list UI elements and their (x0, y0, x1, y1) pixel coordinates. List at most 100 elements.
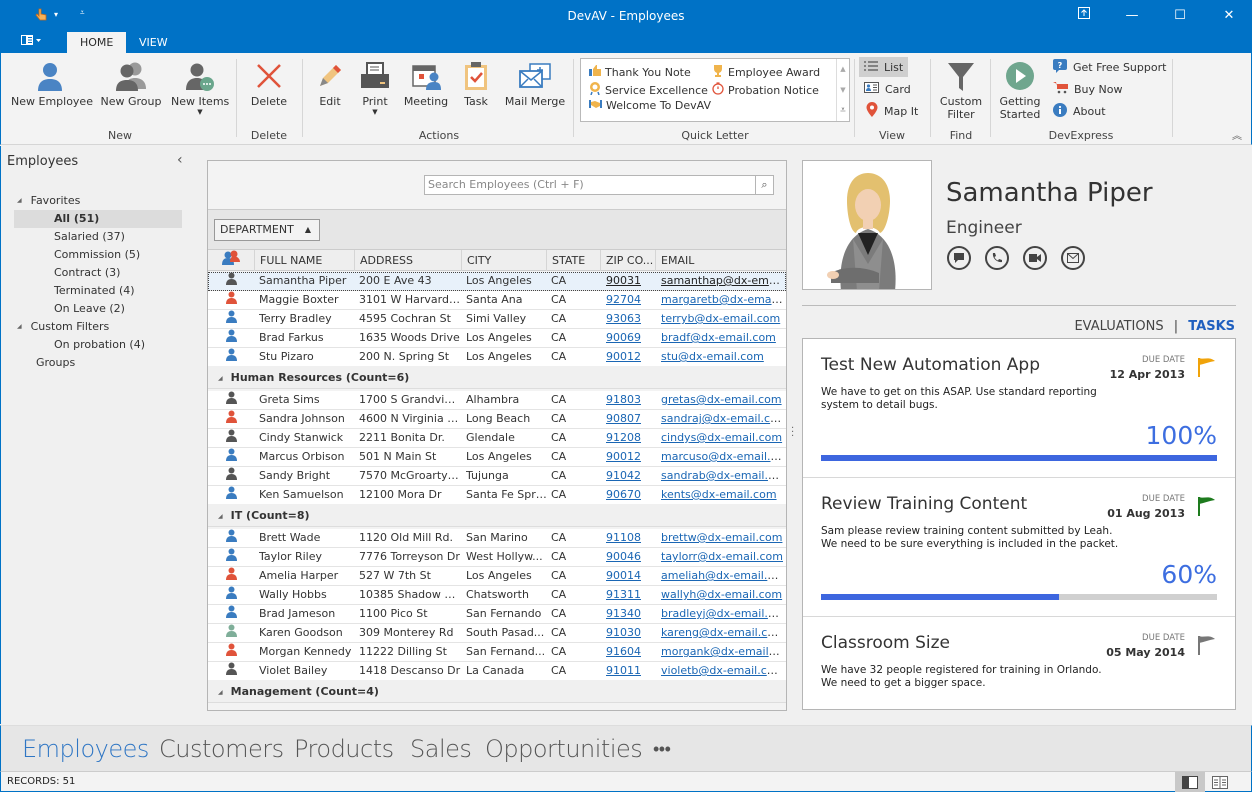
delete-button[interactable]: Delete (243, 57, 295, 108)
nav-tree-item[interactable]: Groups (17, 354, 182, 372)
column-header-full-name[interactable]: FULL NAME (255, 250, 355, 271)
collapse-ribbon-icon[interactable]: ︽ (1232, 127, 1242, 142)
about-button[interactable]: About (1048, 101, 1111, 121)
cell-email[interactable]: kareng@dx-email.com (661, 624, 783, 642)
cell-zip[interactable]: 90014 (606, 567, 656, 585)
buy-now-button[interactable]: Buy Now (1048, 79, 1127, 99)
task-card[interactable]: Classroom Size DUE DATE 05 May 2014 We have… (803, 617, 1235, 710)
table-row[interactable]: Brad Jameson 1100 Pico St San Fernando CA 91… (208, 605, 786, 624)
chat-button[interactable] (947, 246, 971, 270)
splitter-handle[interactable]: · · · (791, 424, 795, 442)
new-group-button[interactable]: New Group (99, 57, 163, 108)
table-row[interactable]: Terry Bradley 4595 Cochran St Simi Valley C… (208, 310, 786, 329)
cell-email[interactable]: kents@dx-email.com (661, 486, 783, 504)
tab-home[interactable]: HOME (67, 32, 127, 53)
flag-icon[interactable] (1197, 357, 1217, 380)
new-employee-button[interactable]: New Employee (11, 57, 93, 108)
nav-tree-item[interactable]: Terminated (4) (14, 282, 182, 300)
collapse-group-icon[interactable]: ◢ (218, 375, 223, 382)
table-row[interactable]: Wally Hobbs 10385 Shadow O... Chatsworth CA… (208, 586, 786, 605)
gallery-item-welcome-to-devav[interactable]: Welcome To DevAV (589, 99, 711, 112)
cell-email[interactable]: gretas@dx-email.com (661, 391, 783, 409)
cell-zip[interactable]: 91108 (606, 529, 656, 547)
cell-email[interactable]: marcuso@dx-email.com (661, 448, 783, 466)
nav-tree-item[interactable]: ◢ Favorites (17, 192, 182, 210)
search-input[interactable]: Search Employees (Ctrl + F) ⌕ (424, 175, 774, 195)
video-call-button[interactable] (1023, 246, 1047, 270)
column-header-city[interactable]: CITY (462, 250, 547, 271)
column-header-address[interactable]: ADDRESS (355, 250, 462, 271)
nav-tree-item[interactable]: All (51) (14, 210, 182, 228)
cell-email[interactable]: sandraj@dx-email.com (661, 410, 783, 428)
print-button[interactable]: Print ▼ (357, 57, 393, 116)
ribbon-display-options-icon[interactable] (1069, 4, 1099, 28)
group-by-department-chip[interactable]: DEPARTMENT ▲ (214, 219, 320, 241)
cell-zip[interactable]: 92704 (606, 291, 656, 309)
cell-zip[interactable]: 91208 (606, 429, 656, 447)
cell-email[interactable]: violetb@dx-email.com (661, 662, 783, 680)
call-button[interactable] (985, 246, 1009, 270)
tab-evaluations[interactable]: EVALUATIONS (1074, 319, 1163, 334)
column-header-icon[interactable] (208, 250, 255, 271)
email-button[interactable] (1061, 246, 1085, 270)
cell-zip[interactable]: 90046 (606, 548, 656, 566)
table-row[interactable]: Stu Pizaro 200 N. Spring St Los Angeles CA 9… (208, 348, 786, 367)
table-row[interactable]: Brad Farkus 1635 Woods Drive Los Angeles CA… (208, 329, 786, 348)
nav-tree-item[interactable]: Contract (3) (14, 264, 182, 282)
cell-zip[interactable]: 91011 (606, 662, 656, 680)
view-list-button[interactable]: List (859, 57, 909, 77)
search-icon[interactable]: ⌕ (755, 176, 773, 194)
cell-zip[interactable]: 91311 (606, 586, 656, 604)
cell-zip[interactable]: 91340 (606, 605, 656, 623)
app-menu-button[interactable] (14, 32, 48, 53)
module-tab-products[interactable]: Products (294, 735, 394, 763)
table-row[interactable]: Cindy Stanwick 2211 Bonita Dr. Glendale CA 9… (208, 429, 786, 448)
nav-tree-item[interactable]: ◢ Custom Filters (17, 318, 182, 336)
nav-tree-item[interactable]: On Leave (2) (14, 300, 182, 318)
cell-zip[interactable]: 93063 (606, 310, 656, 328)
table-row[interactable]: Sandy Bright 7570 McGroarty Ter Tujunga CA 9… (208, 467, 786, 486)
table-row[interactable]: Violet Bailey 1418 Descanso Dr La Canada CA… (208, 662, 786, 681)
cell-email[interactable]: taylorr@dx-email.com (661, 548, 783, 566)
module-tab-customers[interactable]: Customers (159, 735, 284, 763)
table-row[interactable]: Marcus Orbison 501 N Main St Los Angeles CA… (208, 448, 786, 467)
custom-filter-button[interactable]: Custom Filter (935, 57, 987, 121)
table-row[interactable]: Karen Goodson 309 Monterey Rd South Pasad.… (208, 624, 786, 643)
gallery-item-thank-you-note[interactable]: Thank You Note (589, 65, 691, 79)
task-card[interactable]: Review Training Content DUE DATE 01 Aug 20… (803, 478, 1235, 617)
gallery-scrollbar[interactable]: ▲ ▼ ⩡ (836, 59, 849, 121)
cell-zip[interactable]: 91030 (606, 624, 656, 642)
cell-email[interactable]: wallyh@dx-email.com (661, 586, 783, 604)
table-row[interactable]: Greta Sims 1700 S Grandview... Alhambra CA 9… (208, 391, 786, 410)
getting-started-button[interactable]: Getting Started (996, 57, 1044, 121)
meeting-button[interactable]: Meeting (402, 57, 450, 108)
normal-view-button[interactable] (1175, 772, 1205, 792)
edit-button[interactable]: Edit (311, 57, 349, 108)
view-card-button[interactable]: Card (859, 79, 916, 99)
collapse-group-icon[interactable]: ◢ (218, 513, 223, 520)
module-tab-opportunities[interactable]: Opportunities (485, 735, 643, 763)
cell-zip[interactable]: 90807 (606, 410, 656, 428)
gallery-item-employee-award[interactable]: Employee Award (712, 65, 820, 80)
table-row[interactable]: Amelia Harper 527 W 7th St Los Angeles CA 90… (208, 567, 786, 586)
collapse-group-icon[interactable]: ◢ (218, 689, 223, 696)
nav-tree-item[interactable]: Salaried (37) (14, 228, 182, 246)
cell-zip[interactable]: 90670 (606, 486, 656, 504)
maximize-button[interactable]: ☐ (1165, 4, 1195, 28)
cell-zip[interactable]: 91604 (606, 643, 656, 661)
close-button[interactable]: ✕ (1214, 4, 1244, 28)
cell-email[interactable]: cindys@dx-email.com (661, 429, 783, 447)
cell-zip[interactable]: 91803 (606, 391, 656, 409)
cell-zip[interactable]: 90012 (606, 448, 656, 466)
table-row[interactable]: Ken Samuelson 12100 Mora Dr Santa Fe Spri.… (208, 486, 786, 505)
cell-email[interactable]: stu@dx-email.com (661, 348, 783, 366)
cell-email[interactable]: terryb@dx-email.com (661, 310, 783, 328)
get-free-support-button[interactable]: ? Get Free Support (1048, 57, 1171, 77)
view-map-button[interactable]: Map It (861, 101, 923, 121)
cell-email[interactable]: brettw@dx-email.com (661, 529, 783, 547)
minimize-button[interactable]: — (1117, 4, 1147, 28)
gallery-scroll-down-icon[interactable]: ▼ (837, 80, 849, 101)
more-modules-button[interactable]: ••• (653, 739, 671, 760)
group-row[interactable]: ◢ Management (Count=4) (208, 680, 786, 703)
mail-merge-button[interactable]: Mail Merge (503, 57, 567, 108)
